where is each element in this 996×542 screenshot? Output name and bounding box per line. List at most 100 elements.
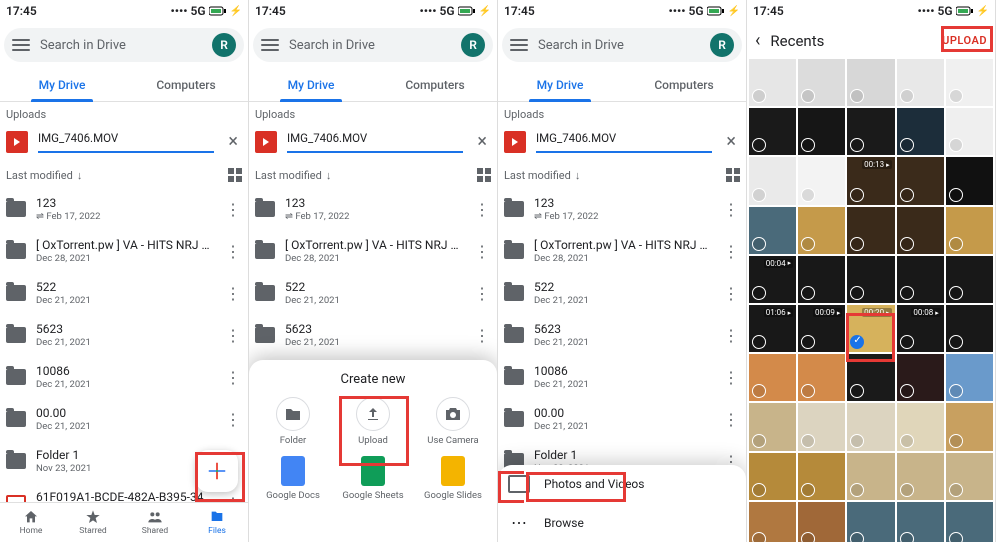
select-circle-icon[interactable] bbox=[949, 237, 963, 251]
close-icon[interactable]: × bbox=[722, 127, 740, 156]
select-circle-icon[interactable] bbox=[949, 483, 963, 497]
photo-thumbnail[interactable] bbox=[798, 403, 845, 450]
tab-computers[interactable]: Computers bbox=[124, 68, 248, 101]
more-icon[interactable]: ⋮ bbox=[472, 326, 491, 345]
more-icon[interactable]: ⋮ bbox=[223, 200, 242, 219]
file-row[interactable]: 522Dec 21, 2021⋮ bbox=[0, 272, 248, 314]
select-circle-icon[interactable] bbox=[801, 138, 815, 152]
select-circle-icon[interactable] bbox=[850, 138, 864, 152]
photo-thumbnail[interactable] bbox=[847, 502, 894, 542]
select-circle-icon[interactable] bbox=[801, 483, 815, 497]
close-icon[interactable]: × bbox=[224, 127, 242, 156]
photo-thumbnail[interactable] bbox=[798, 157, 845, 204]
menu-icon[interactable] bbox=[12, 39, 30, 51]
file-row[interactable]: 5623Dec 21, 2021⋮ bbox=[249, 314, 497, 356]
sheet-sheets[interactable]: Google Sheets bbox=[335, 456, 411, 501]
avatar[interactable]: R bbox=[461, 33, 485, 57]
photo-thumbnail[interactable] bbox=[749, 157, 796, 204]
photo-thumbnail[interactable] bbox=[946, 256, 993, 303]
select-circle-icon[interactable] bbox=[949, 434, 963, 448]
nav-home[interactable]: Home bbox=[0, 503, 62, 542]
select-circle-icon[interactable] bbox=[801, 532, 815, 542]
photo-thumbnail[interactable] bbox=[946, 305, 993, 352]
photo-thumbnail[interactable] bbox=[798, 502, 845, 542]
more-icon[interactable]: ⋮ bbox=[223, 326, 242, 345]
tab-my-drive[interactable]: My Drive bbox=[249, 68, 373, 101]
sheet-camera[interactable]: Use Camera bbox=[415, 397, 491, 446]
tab-computers[interactable]: Computers bbox=[622, 68, 746, 101]
select-circle-icon[interactable] bbox=[850, 89, 864, 103]
photo-thumbnail[interactable] bbox=[847, 403, 894, 450]
file-row[interactable]: 123⇌ Feb 17, 2022⋮ bbox=[0, 188, 248, 230]
select-circle-icon[interactable] bbox=[949, 384, 963, 398]
upload-filename[interactable]: IMG_7406.MOV bbox=[38, 131, 214, 153]
select-circle-icon[interactable] bbox=[900, 532, 914, 542]
select-circle-icon[interactable] bbox=[850, 384, 864, 398]
photo-thumbnail[interactable] bbox=[897, 403, 944, 450]
photo-thumbnail[interactable] bbox=[749, 354, 796, 401]
select-circle-icon[interactable] bbox=[949, 138, 963, 152]
select-circle-icon[interactable] bbox=[850, 237, 864, 251]
photo-thumbnail[interactable] bbox=[897, 256, 944, 303]
search-bar[interactable]: Search in Drive R bbox=[253, 28, 493, 62]
select-circle-icon[interactable] bbox=[900, 138, 914, 152]
select-circle-icon[interactable] bbox=[752, 188, 766, 202]
photo-thumbnail[interactable]: 01:06 bbox=[749, 305, 796, 352]
photo-thumbnail[interactable] bbox=[749, 502, 796, 542]
photo-thumbnail[interactable] bbox=[946, 354, 993, 401]
search-bar[interactable]: Search in Drive R bbox=[4, 28, 244, 62]
more-icon[interactable]: ⋮ bbox=[721, 200, 740, 219]
tab-my-drive[interactable]: My Drive bbox=[498, 68, 622, 101]
avatar[interactable]: R bbox=[212, 33, 236, 57]
select-circle-icon[interactable] bbox=[900, 335, 914, 349]
search-bar[interactable]: Search in Drive R bbox=[502, 28, 742, 62]
photo-thumbnail[interactable]: 00:13 bbox=[847, 157, 894, 204]
select-circle-icon[interactable] bbox=[801, 384, 815, 398]
photo-thumbnail[interactable] bbox=[897, 108, 944, 155]
sort-label[interactable]: Last modified bbox=[6, 169, 73, 182]
select-circle-icon[interactable] bbox=[752, 138, 766, 152]
picker-photos-videos[interactable]: Photos and Videos bbox=[498, 465, 746, 503]
photo-thumbnail[interactable] bbox=[798, 354, 845, 401]
select-circle-icon[interactable] bbox=[752, 483, 766, 497]
select-circle-icon[interactable] bbox=[752, 384, 766, 398]
select-circle-icon[interactable] bbox=[850, 286, 864, 300]
photo-thumbnail[interactable] bbox=[798, 256, 845, 303]
select-circle-icon[interactable] bbox=[752, 237, 766, 251]
select-circle-icon[interactable] bbox=[801, 434, 815, 448]
file-row[interactable]: 00.00Dec 21, 2021⋮ bbox=[0, 398, 248, 440]
photo-thumbnail[interactable] bbox=[749, 207, 796, 254]
tab-computers[interactable]: Computers bbox=[373, 68, 497, 101]
more-icon[interactable]: ⋮ bbox=[721, 242, 740, 261]
nav-shared[interactable]: Shared bbox=[124, 503, 186, 542]
select-circle-icon[interactable] bbox=[752, 335, 766, 349]
file-row[interactable]: 00.00Dec 21, 2021⋮ bbox=[498, 398, 746, 440]
photo-thumbnail[interactable] bbox=[946, 59, 993, 106]
more-icon[interactable]: ⋮ bbox=[223, 410, 242, 429]
file-row[interactable]: 10086Dec 21, 2021⋮ bbox=[498, 356, 746, 398]
photo-thumbnail[interactable] bbox=[946, 108, 993, 155]
select-circle-icon[interactable] bbox=[850, 188, 864, 202]
sheet-upload[interactable]: Upload bbox=[335, 397, 411, 446]
file-row[interactable]: [ OxTorrent.pw ] VA - HITS NRJ DU MOMENT… bbox=[498, 230, 746, 272]
select-circle-icon[interactable] bbox=[900, 237, 914, 251]
photo-thumbnail[interactable] bbox=[847, 453, 894, 500]
select-circle-icon[interactable] bbox=[949, 532, 963, 542]
photo-thumbnail[interactable] bbox=[946, 453, 993, 500]
select-circle-icon[interactable] bbox=[850, 483, 864, 497]
photo-thumbnail[interactable] bbox=[946, 207, 993, 254]
menu-icon[interactable] bbox=[510, 39, 528, 51]
select-circle-icon[interactable] bbox=[900, 286, 914, 300]
photo-thumbnail[interactable] bbox=[897, 157, 944, 204]
more-icon[interactable]: ⋮ bbox=[721, 410, 740, 429]
photo-thumbnail[interactable] bbox=[897, 59, 944, 106]
select-circle-icon[interactable] bbox=[949, 89, 963, 103]
grid-view-icon[interactable] bbox=[477, 168, 491, 182]
grid-view-icon[interactable] bbox=[228, 168, 242, 182]
select-circle-icon[interactable] bbox=[949, 286, 963, 300]
select-circle-icon[interactable] bbox=[949, 188, 963, 202]
select-circle-icon[interactable] bbox=[850, 532, 864, 542]
grid-view-icon[interactable] bbox=[726, 168, 740, 182]
select-circle-icon[interactable] bbox=[801, 335, 815, 349]
photo-thumbnail[interactable] bbox=[847, 59, 894, 106]
